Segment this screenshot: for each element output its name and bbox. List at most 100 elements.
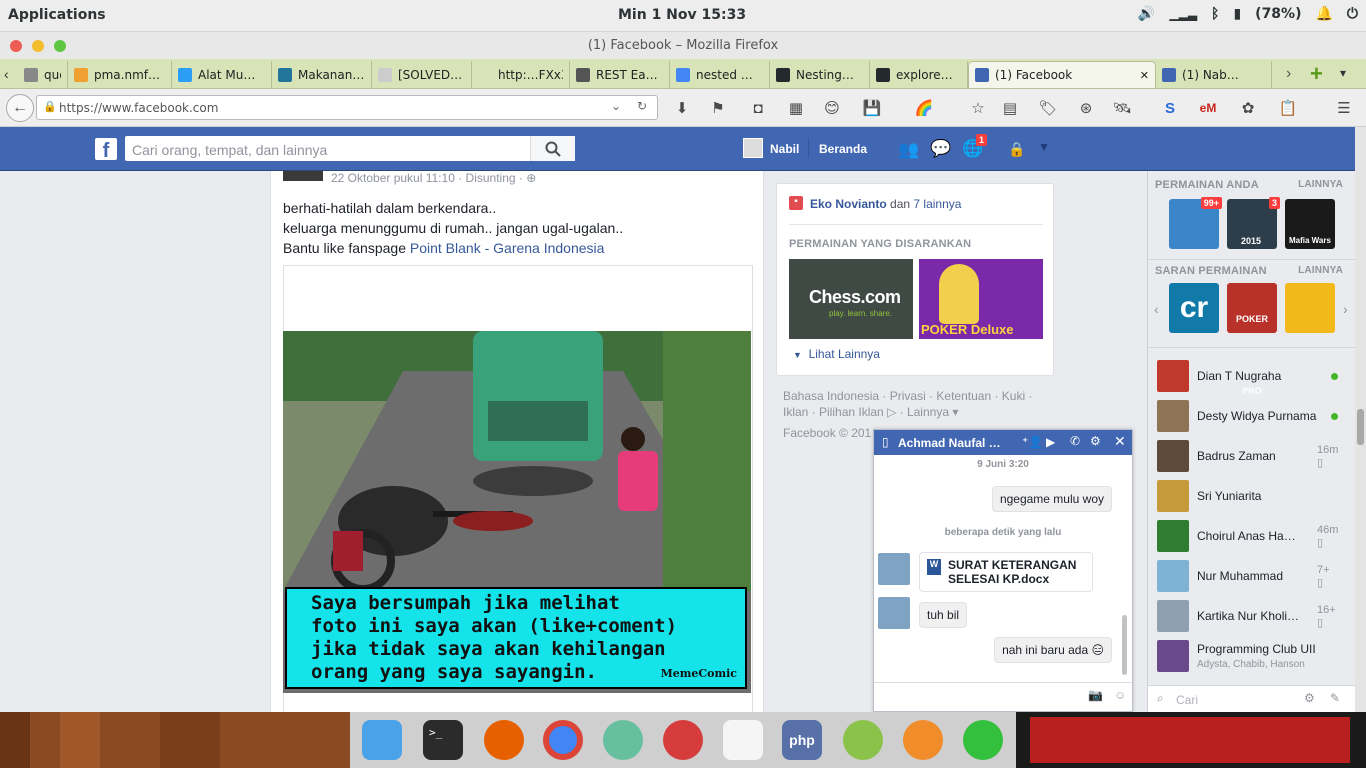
- carousel-right-icon[interactable]: ›: [1343, 301, 1348, 317]
- s-extension-icon[interactable]: S: [1160, 98, 1180, 118]
- settings-gear-icon[interactable]: ⚙: [1090, 434, 1101, 448]
- close-tab-icon[interactable]: ✕: [1140, 69, 1149, 82]
- sidebar-search-input[interactable]: Cari: [1176, 693, 1198, 707]
- chat-contact-row[interactable]: Desty Widya Purnama: [1148, 396, 1356, 436]
- profile-avatar[interactable]: [743, 138, 763, 158]
- pocket-icon[interactable]: ◘: [748, 98, 768, 118]
- chat-contact-row[interactable]: Sri Yuniarita: [1148, 476, 1356, 516]
- your-games-more-link[interactable]: LAINNYA: [1298, 179, 1343, 190]
- footer-line1[interactable]: Bahasa Indonesia · Privasi · Ketentuan ·…: [783, 388, 1043, 404]
- flag-icon[interactable]: ⚑: [708, 98, 728, 118]
- game-thumb[interactable]: 99+: [1169, 197, 1222, 249]
- browser-tab[interactable]: explore…: [870, 61, 968, 88]
- globe-icon[interactable]: ⊕: [526, 171, 536, 185]
- browser-tab[interactable]: quen…: [18, 61, 68, 88]
- account-menu-icon[interactable]: ▼: [1038, 140, 1050, 154]
- contact-avatar[interactable]: [878, 597, 910, 629]
- emoji-icon[interactable]: 😊: [822, 98, 842, 118]
- scrollbar-thumb[interactable]: [1357, 409, 1364, 445]
- phone-icon[interactable]: ✆: [1070, 434, 1080, 448]
- new-message-icon[interactable]: ✎: [1330, 691, 1340, 705]
- save-icon[interactable]: 💾: [862, 98, 882, 118]
- game-thumb[interactable]: [1285, 283, 1335, 333]
- satellite-icon[interactable]: 🛰: [1112, 98, 1132, 118]
- browser-tab[interactable]: Makanan…: [272, 61, 372, 88]
- chat-scrollbar[interactable]: [1122, 615, 1127, 675]
- privacy-lock-icon[interactable]: 🔒: [1008, 141, 1025, 158]
- url-bar[interactable]: 🔒 https://www.facebook.com ⌄ ↻: [36, 95, 658, 120]
- profile-link[interactable]: Nabil: [770, 142, 799, 156]
- friend-requests-icon[interactable]: 👥: [898, 140, 919, 160]
- dropdown-icon[interactable]: ⌄: [611, 99, 621, 113]
- browser-tab[interactable]: Nesting…: [770, 61, 870, 88]
- contact-avatar[interactable]: [878, 553, 910, 585]
- slack-icon[interactable]: [723, 720, 763, 760]
- post-photo[interactable]: Saya bersumpah jika melihat foto ini say…: [283, 331, 751, 693]
- facebook-logo[interactable]: f: [95, 138, 117, 162]
- ad-choices-link[interactable]: Iklan · Pilihan Iklan: [783, 405, 884, 419]
- menu-icon[interactable]: ☰: [1334, 98, 1354, 118]
- firefox-icon[interactable]: [484, 720, 524, 760]
- terminal-icon[interactable]: >_: [423, 720, 463, 760]
- reading-list-icon[interactable]: ▤: [1000, 98, 1020, 118]
- chat-contact-row[interactable]: Choirul Anas Ha… 46m ▯: [1148, 516, 1356, 556]
- em-extension-icon[interactable]: eM: [1198, 98, 1218, 118]
- emoji-picker-icon[interactable]: ☺: [1114, 688, 1126, 702]
- game-thumb[interactable]: POKER PRO: [1227, 283, 1277, 396]
- extension-badge-icon[interactable]: ✿: [1238, 98, 1258, 118]
- carousel-left-icon[interactable]: ‹: [1154, 301, 1159, 317]
- browser-tab[interactable]: nested …: [670, 61, 770, 88]
- chat-contact-row[interactable]: Dian T Nugraha: [1148, 356, 1356, 396]
- page-scrollbar[interactable]: [1355, 127, 1366, 712]
- applications-menu[interactable]: Applications: [8, 7, 106, 23]
- clipboard-icon[interactable]: 📋: [1278, 98, 1298, 118]
- browser-tab[interactable]: (1) Facebook ✕: [968, 61, 1156, 88]
- chat-file-attachment[interactable]: W SURAT KETERANGAN SELESAI KP.docx: [919, 552, 1093, 592]
- web-icon[interactable]: ⊛: [1076, 98, 1096, 118]
- system-clock[interactable]: Min 1 Nov 15:33: [618, 7, 746, 23]
- gimp-icon[interactable]: [903, 720, 943, 760]
- chess-game-tile[interactable]: Chess.com play. learn. share.: [789, 259, 913, 339]
- inkscape-icon[interactable]: [663, 720, 703, 760]
- back-button[interactable]: ←: [6, 94, 34, 122]
- power-icon[interactable]: ⏻: [1347, 6, 1358, 22]
- home-link[interactable]: Beranda: [819, 142, 867, 156]
- chrome-icon[interactable]: [543, 720, 583, 760]
- rainbow-icon[interactable]: 🌈: [914, 98, 934, 118]
- game-thumb[interactable]: cr: [1169, 283, 1219, 333]
- volume-icon[interactable]: 🔊: [1138, 6, 1155, 22]
- see-more-games-link[interactable]: ▼ Lihat Lainnya: [793, 347, 880, 361]
- bookmark-star-icon[interactable]: ☆: [968, 98, 988, 118]
- atom-icon[interactable]: [603, 720, 643, 760]
- birthday-more-link[interactable]: 7 lainnya: [913, 197, 961, 211]
- suggested-games-more-link[interactable]: LAINNYA: [1298, 265, 1343, 276]
- battery-icon[interactable]: ▮: [1233, 6, 1241, 22]
- chat-settings-icon[interactable]: ⚙: [1304, 691, 1315, 705]
- poker-game-tile[interactable]: POKER Deluxe: [919, 259, 1043, 339]
- fanspage-link[interactable]: Point Blank - Garena Indonesia: [410, 240, 605, 256]
- tab-list-icon[interactable]: ▾: [1340, 66, 1346, 80]
- chat-contact-row[interactable]: Badrus Zaman 16m ▯: [1148, 436, 1356, 476]
- finder-icon[interactable]: [362, 720, 402, 760]
- add-friend-icon[interactable]: ⁺👤: [1022, 435, 1043, 449]
- notification-bell-icon[interactable]: 🔔: [1315, 6, 1332, 22]
- close-chat-icon[interactable]: ✕: [1114, 433, 1126, 450]
- chat-contact-name[interactable]: Achmad Naufal …: [898, 436, 1001, 450]
- messages-icon[interactable]: 💬: [930, 139, 951, 159]
- camera-icon[interactable]: 📷: [1088, 688, 1103, 702]
- chat-contact-row[interactable]: Kartika Nur Kholi… 16+ ▯: [1148, 596, 1356, 636]
- chat-header[interactable]: ▯ Achmad Naufal … ⁺👤 ▶ ✆ ⚙ ✕: [874, 430, 1132, 455]
- php-icon[interactable]: php: [782, 720, 822, 760]
- browser-tab[interactable]: Alat Mu…: [172, 61, 272, 88]
- chat-contact-row[interactable]: Programming Club UII Adysta, Chabib, Hans…: [1148, 636, 1356, 676]
- birthday-friend-link[interactable]: Eko Novianto: [810, 197, 887, 211]
- more-link[interactable]: · Lainnya ▾: [896, 405, 959, 419]
- game-thumb[interactable]: Mafia Wars: [1285, 199, 1335, 249]
- facebook-search-input[interactable]: Cari orang, tempat, dan lainnya: [125, 136, 575, 161]
- browser-tab[interactable]: (1) Nab…: [1156, 61, 1272, 88]
- android-studio-icon[interactable]: [843, 720, 883, 760]
- reload-icon[interactable]: ↻: [637, 99, 647, 113]
- browser-tab[interactable]: [SOLVED…: [372, 61, 472, 88]
- browser-tab[interactable]: REST Ea…: [570, 61, 670, 88]
- network-icon[interactable]: ▁▂▃: [1169, 7, 1197, 21]
